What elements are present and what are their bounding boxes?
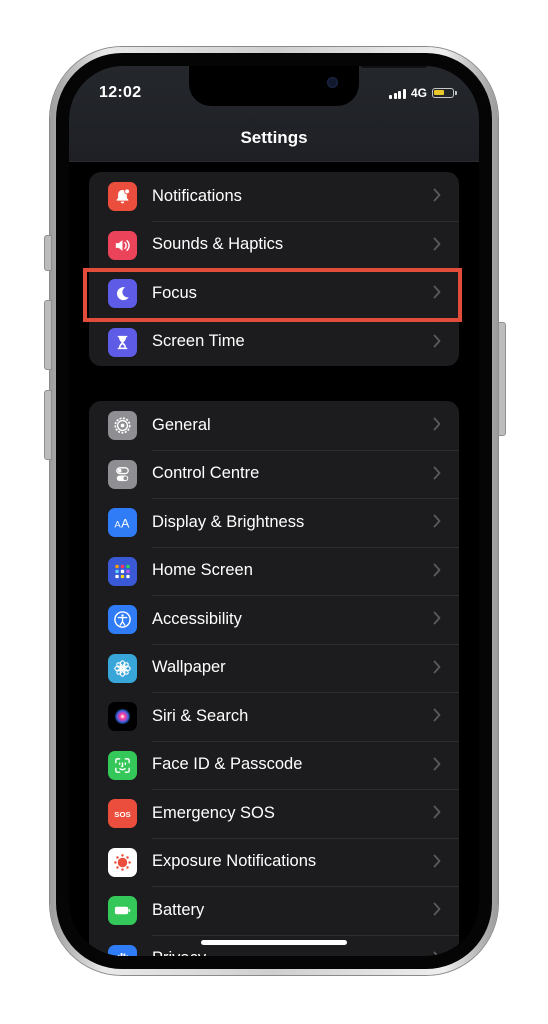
settings-row-label: Screen Time [152, 332, 245, 351]
app-grid-icon [108, 556, 137, 586]
hourglass-icon [108, 327, 137, 357]
gear-icon [108, 411, 137, 440]
battery-status-icon [432, 88, 457, 98]
settings-row-privacy[interactable]: Privacy [89, 934, 459, 956]
settings-row-label: Display & Brightness [152, 512, 305, 531]
settings-row-label: Wallpaper [152, 658, 226, 677]
home-indicator[interactable] [201, 940, 347, 945]
settings-row-screen-time[interactable]: Screen Time [89, 317, 459, 367]
chevron-right-icon [433, 417, 441, 431]
chevron-right-icon [433, 902, 441, 916]
chevron-right-icon [433, 188, 441, 202]
settings-row-face-id-passcode[interactable]: Face ID & Passcode [89, 740, 459, 790]
settings-row-label: Privacy [152, 949, 206, 956]
settings-row-display-brightness[interactable]: A A Display & Brightness [89, 498, 459, 547]
face-id-icon [108, 750, 137, 780]
settings-row-label: Siri & Search [152, 706, 249, 725]
moon-icon [108, 279, 137, 308]
settings-row-home-screen[interactable]: Home Screen [89, 546, 459, 596]
settings-row-sounds-haptics[interactable]: Sounds & Haptics [89, 220, 459, 270]
chevron-right-icon [433, 466, 441, 480]
status-indicators: 4G [389, 86, 457, 100]
status-time: 12:02 [99, 84, 142, 101]
settings-row-label: Control Centre [152, 464, 260, 483]
page-title: Settings [240, 128, 308, 147]
chevron-right-icon [433, 805, 441, 819]
siri-icon [108, 702, 137, 731]
settings-row-label: Emergency SOS [152, 803, 275, 822]
settings-row-general[interactable]: General [89, 401, 459, 450]
chevron-right-icon [433, 951, 441, 956]
accessibility-icon [108, 605, 137, 634]
settings-row-label: Home Screen [152, 561, 253, 580]
settings-row-label: Battery [152, 900, 205, 919]
settings-row-wallpaper[interactable]: Wallpaper [89, 643, 459, 693]
hand-icon [108, 944, 137, 956]
chevron-right-icon [433, 854, 441, 868]
bell-icon [108, 182, 137, 211]
chevron-right-icon [433, 285, 441, 299]
volume-up-button [44, 300, 52, 370]
chevron-right-icon [433, 334, 441, 348]
settings-row-emergency-sos[interactable]: SOS Emergency SOS [89, 789, 459, 838]
settings-row-label: Accessibility [152, 609, 242, 628]
settings-row-label: Focus [152, 283, 197, 302]
chevron-right-icon [433, 563, 441, 577]
battery-icon [108, 896, 137, 925]
settings-row-label: Notifications [152, 186, 242, 205]
settings-row-label: General [152, 415, 211, 434]
settings-row-focus[interactable]: Focus [89, 269, 459, 318]
chevron-right-icon [433, 708, 441, 722]
chevron-right-icon [433, 611, 441, 625]
settings-row-label: Sounds & Haptics [152, 235, 284, 254]
settings-row-control-centre[interactable]: Control Centre [89, 449, 459, 499]
front-camera [327, 77, 338, 88]
flower-icon [108, 653, 137, 683]
volume-down-button [44, 390, 52, 460]
settings-group-system: General Control Centre A A Display & Brightn… [89, 401, 459, 956]
battery-level-fill [434, 90, 444, 95]
settings-row-notifications[interactable]: Notifications [89, 172, 459, 221]
settings-row-siri-search[interactable]: Siri & Search [89, 692, 459, 741]
chevron-right-icon [433, 660, 441, 674]
settings-row-battery[interactable]: Battery [89, 886, 459, 935]
network-type: 4G [410, 86, 427, 100]
settings-row-label: Exposure Notifications [152, 852, 317, 871]
settings-row-exposure-notifications[interactable]: Exposure Notifications [89, 837, 459, 887]
notch [189, 66, 428, 106]
speaker-grille [360, 66, 428, 68]
toggles-icon [108, 459, 137, 489]
svg-text:SOS: SOS [114, 810, 130, 819]
settings-group-primary: Notifications Sounds & Haptics Focus Screen… [89, 172, 459, 366]
cellular-signal-icon [389, 88, 406, 99]
mute-switch [44, 235, 52, 271]
settings-row-label: Face ID & Passcode [152, 755, 303, 774]
sos-icon: SOS [108, 799, 137, 828]
settings-row-accessibility[interactable]: Accessibility [89, 595, 459, 644]
svg-text:A: A [121, 516, 130, 530]
chevron-right-icon [433, 237, 441, 251]
chevron-right-icon [433, 757, 441, 771]
speaker-icon [108, 230, 137, 260]
text-size-icon: AA [108, 508, 137, 537]
screen: 12:02 4G Settings Notifications Sounds & … [69, 66, 479, 956]
chevron-right-icon [433, 514, 441, 528]
side-button [498, 322, 506, 436]
exposure-icon [108, 847, 137, 877]
